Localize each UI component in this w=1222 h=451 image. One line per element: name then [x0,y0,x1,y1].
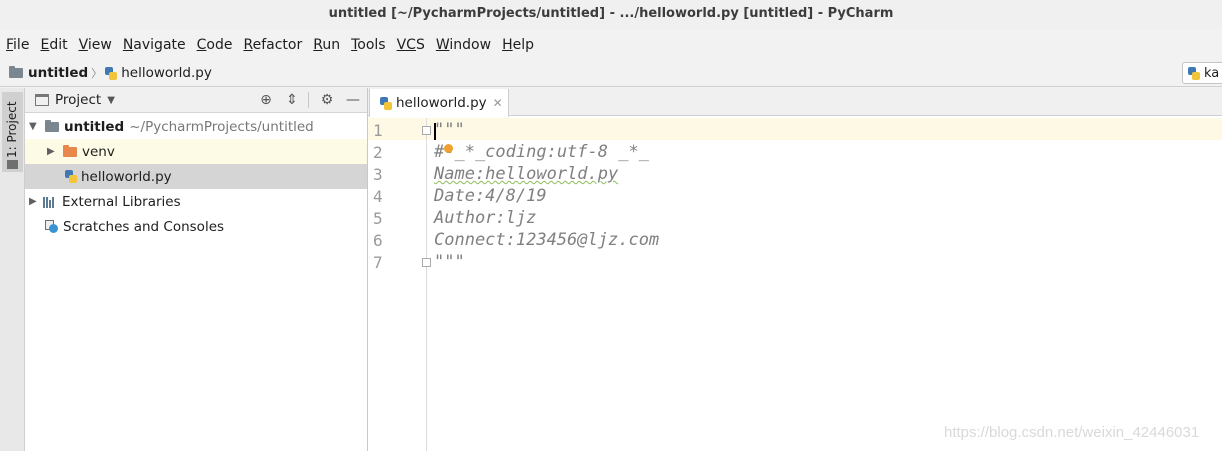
menu-navigate[interactable]: Navigate [123,37,186,53]
code-line[interactable]: #-_*_coding:utf-8 _*_ [434,142,649,162]
python-file-icon [380,96,392,110]
tree-item-external-libraries[interactable]: ▶ External Libraries [25,189,367,214]
collapse-all-icon[interactable]: ⇕ [284,92,300,108]
folder-icon [63,144,77,157]
run-configuration-selector[interactable]: ka [1182,62,1222,84]
library-icon [43,196,57,208]
project-tool-window-button[interactable]: 1: Project [2,92,23,172]
gear-icon[interactable]: ⚙ [319,92,335,108]
line-number: 6 [373,231,383,250]
tree-item-helloworld[interactable]: helloworld.py [25,164,367,189]
line-number: 5 [373,209,383,228]
fold-marker-icon[interactable] [422,258,431,267]
editor-tab-bar: helloworld.py ✕ [368,88,1222,117]
code-line[interactable]: Author:ljz [434,208,536,228]
python-file-icon [65,170,77,183]
menu-file[interactable]: File [6,37,29,53]
line-number: 3 [373,165,383,184]
folder-icon [7,160,18,169]
breadcrumb-project[interactable]: untitled [9,65,88,81]
expanded-arrow-icon[interactable]: ▼ [29,121,43,132]
project-panel-header: Project ▼ ⊕ ⇕ ⚙ — [25,88,367,113]
tab-helloworld[interactable]: helloworld.py ✕ [369,89,509,117]
project-panel: Project ▼ ⊕ ⇕ ⚙ — ▼ untitled ~/PycharmPr… [25,88,368,451]
menu-run[interactable]: Run [313,37,340,53]
code-line[interactable]: Connect:123456@ljz.com [434,230,659,250]
python-file-icon [105,66,118,80]
breadcrumb-file[interactable]: helloworld.py [105,65,212,81]
line-number: 4 [373,187,383,206]
collapsed-arrow-icon[interactable]: ▶ [47,146,61,157]
collapsed-arrow-icon[interactable]: ▶ [29,196,43,207]
scratches-icon [45,220,58,233]
breadcrumb-separator-icon: 〉 [91,67,103,80]
line-number: 2 [373,143,383,162]
menu-view[interactable]: View [79,37,112,53]
watermark: https://blog.csdn.net/weixin_42446031 [944,424,1200,441]
menu-vcs[interactable]: VCS [397,37,425,53]
intention-bulb-icon[interactable] [444,144,453,153]
menu-refactor[interactable]: Refactor [243,37,302,53]
editor-panel: helloworld.py ✕ 1 2 3 4 5 6 7 """ #-_*_c… [368,88,1222,451]
hide-panel-icon[interactable]: — [345,92,361,108]
code-line[interactable]: """ [434,252,465,272]
menu-bar: File Edit View Navigate Code Refactor Ru… [0,32,1222,58]
line-number: 7 [373,253,383,272]
code-line[interactable]: Name:helloworld.py [434,164,618,184]
locate-target-icon[interactable]: ⊕ [258,92,274,108]
navigation-bar: untitled 〉 helloworld.py [0,60,1222,87]
title-bar: untitled [~/PycharmProjects/untitled] - … [0,0,1222,30]
current-line-highlight [368,118,1222,140]
menu-window[interactable]: Window [436,37,491,53]
left-tool-stripe: 1: Project [0,88,25,451]
menu-edit[interactable]: Edit [40,37,67,53]
toolbar-divider [308,92,309,108]
project-view-selector[interactable]: Project [55,92,101,108]
project-view-icon [35,94,49,106]
menu-code[interactable]: Code [197,37,233,53]
tree-item-scratches[interactable]: Scratches and Consoles [25,214,367,239]
code-line[interactable]: """ [434,120,465,140]
chevron-down-icon[interactable]: ▼ [107,95,115,106]
line-number: 1 [373,121,383,140]
tree-item-root[interactable]: ▼ untitled ~/PycharmProjects/untitled [25,114,367,139]
folder-icon [9,66,23,78]
window-title: untitled [~/PycharmProjects/untitled] - … [328,6,894,21]
tree-item-venv[interactable]: ▶ venv [25,139,367,164]
text-cursor [434,123,436,140]
menu-tools[interactable]: Tools [351,37,386,53]
fold-marker-icon[interactable] [422,126,431,135]
close-icon[interactable]: ✕ [493,96,503,110]
menu-help[interactable]: Help [502,37,534,53]
folder-icon [45,119,59,132]
code-line[interactable]: Date:4/8/19 [434,186,547,206]
python-icon [1188,66,1200,80]
